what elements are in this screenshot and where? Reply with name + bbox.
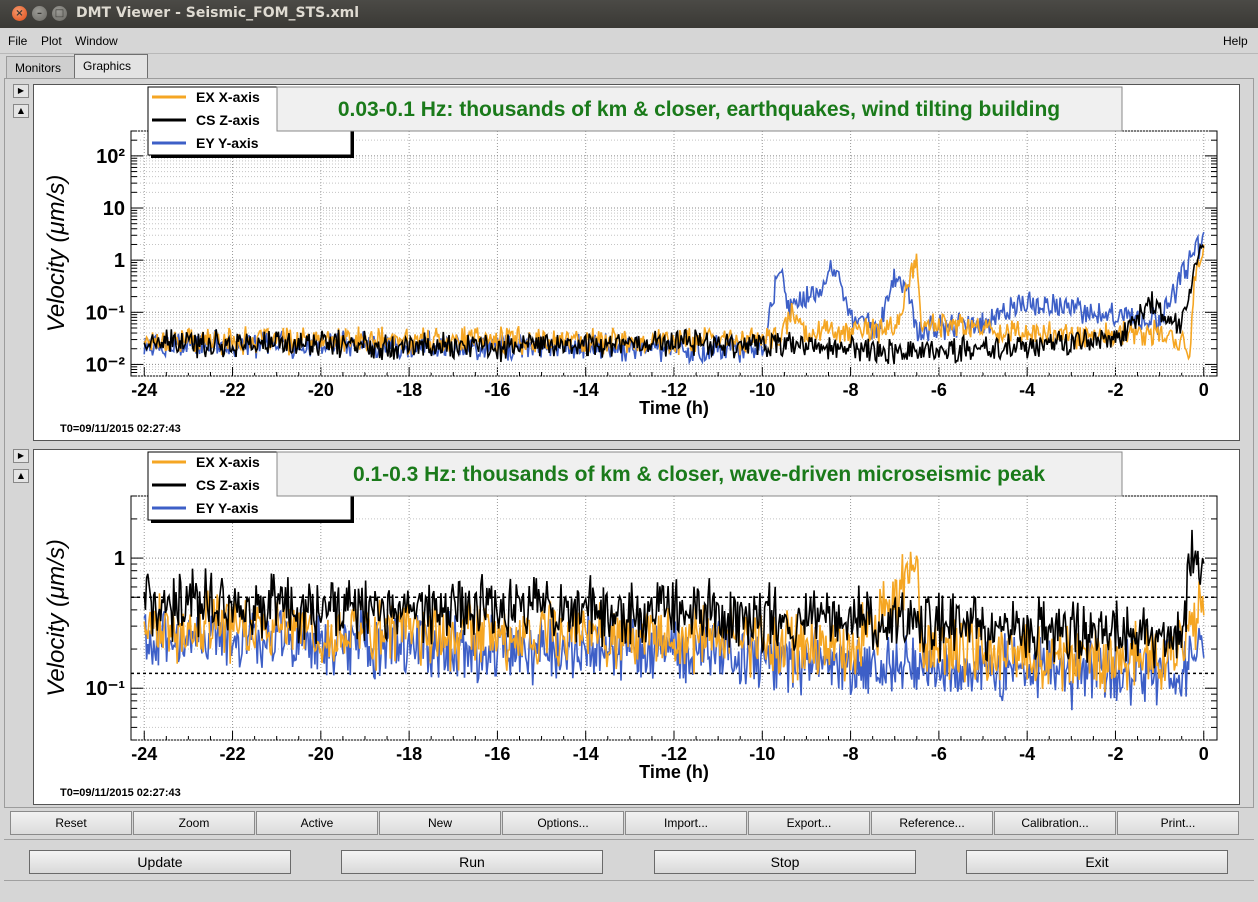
export-button[interactable]: Export... bbox=[748, 811, 870, 835]
print-button[interactable]: Print... bbox=[1117, 811, 1239, 835]
status-bar bbox=[4, 880, 1254, 898]
x-tick-label: -8 bbox=[843, 380, 859, 400]
legend-shadow-bottom bbox=[151, 155, 354, 158]
x-tick-label: 0 bbox=[1199, 744, 1209, 764]
pad2-collapse-icon[interactable]: ▲ bbox=[13, 469, 29, 483]
minimize-window-icon[interactable]: – bbox=[32, 6, 47, 21]
new-button[interactable]: New bbox=[379, 811, 501, 835]
menu-file[interactable]: File bbox=[8, 34, 27, 48]
exit-button[interactable]: Exit bbox=[966, 850, 1228, 874]
y-tick-label: 10⁻² bbox=[86, 354, 126, 376]
x-tick-label: -24 bbox=[131, 380, 157, 400]
x-tick-label: -18 bbox=[396, 380, 422, 400]
x-tick-label: -16 bbox=[484, 744, 510, 764]
tab-graphics[interactable]: Graphics bbox=[74, 54, 148, 78]
x-tick-label: -22 bbox=[220, 380, 246, 400]
x-tick-label: -10 bbox=[749, 744, 775, 764]
x-tick-label: -8 bbox=[843, 744, 859, 764]
chart-svg: -24 -22 -20 -18 -16 -14 -12 -10 -8 -6 -4 -2 010⁻²10⁻… bbox=[43, 86, 1218, 435]
x-tick-label: -4 bbox=[1019, 744, 1035, 764]
legend-entry: EX X-axis bbox=[196, 89, 260, 105]
x-tick-label: -12 bbox=[661, 744, 687, 764]
x-tick-label: -2 bbox=[1107, 380, 1123, 400]
plot-toolbar: Reset Zoom Active New Options... Import.… bbox=[10, 811, 1240, 835]
plot-pad-microseismic[interactable]: -24 -22 -20 -18 -16 -14 -12 -10 -8 -6 -4 -2 0 10⁻¹ 1 Ti… bbox=[33, 449, 1240, 805]
x-tick-label: -20 bbox=[308, 380, 334, 400]
x-tick-label: -22 bbox=[220, 744, 246, 764]
title-bar: × – □ DMT Viewer - Seismic_FOM_STS.xml bbox=[0, 0, 1258, 28]
maximize-window-icon[interactable]: □ bbox=[52, 6, 67, 21]
menu-plot[interactable]: Plot bbox=[41, 34, 62, 48]
legend-entry: EX X-axis bbox=[196, 454, 260, 470]
tab-monitors[interactable]: Monitors bbox=[6, 56, 76, 78]
chart-title-box: 0.1-0.3 Hz: thousands of km & closer, wa… bbox=[276, 451, 1123, 497]
legend-entry: EY Y-axis bbox=[196, 500, 259, 516]
separator bbox=[4, 839, 1254, 840]
x-tick-label: -6 bbox=[931, 744, 947, 764]
legend-shadow-bottom bbox=[151, 520, 354, 523]
menu-help[interactable]: Help bbox=[1223, 34, 1248, 48]
pad1-expand-icon[interactable]: ▶ bbox=[13, 84, 29, 98]
t0-label: T0=09/11/2015 02:27:43 bbox=[60, 787, 181, 799]
legend-entry: CS Z-axis bbox=[196, 477, 260, 493]
y-tick-label: 10⁻¹ bbox=[86, 302, 126, 324]
x-tick-label: -12 bbox=[661, 380, 687, 400]
chart-title: 0.03-0.1 Hz: thousands of km & closer, e… bbox=[338, 98, 1060, 121]
y-tick-label: 1 bbox=[114, 548, 125, 570]
y-tick-label: 1 bbox=[114, 250, 125, 272]
legend-entry: EY Y-axis bbox=[196, 135, 259, 151]
update-button[interactable]: Update bbox=[29, 850, 291, 874]
legend-entry: CS Z-axis bbox=[196, 112, 260, 128]
options-button[interactable]: Options... bbox=[502, 811, 624, 835]
plot-pad-low-band[interactable]: -24 -22 -20 -18 -16 -14 -12 -10 -8 -6 -4 -2 0 10⁻² 10⁻… bbox=[33, 84, 1240, 441]
stop-button[interactable]: Stop bbox=[654, 850, 916, 874]
window-title: DMT Viewer - Seismic_FOM_STS.xml bbox=[76, 5, 359, 21]
x-tick-label: -20 bbox=[308, 744, 334, 764]
x-tick-label: -14 bbox=[573, 744, 599, 764]
x-tick-label: -14 bbox=[573, 380, 599, 400]
run-button[interactable]: Run bbox=[341, 850, 603, 874]
x-axis-label: Time (h) bbox=[639, 398, 709, 418]
y-tick-label: 10 bbox=[103, 198, 125, 220]
zoom-button[interactable]: Zoom bbox=[133, 811, 255, 835]
y-tick-label: 10⁻¹ bbox=[86, 678, 126, 700]
x-tick-label: -6 bbox=[931, 380, 947, 400]
x-axis-label: Time (h) bbox=[639, 762, 709, 782]
x-tick-label: -10 bbox=[749, 380, 775, 400]
y-axis-label: Velocity (μm/s) bbox=[43, 539, 70, 697]
import-button[interactable]: Import... bbox=[625, 811, 747, 835]
x-tick-label: 0 bbox=[1199, 380, 1209, 400]
x-tick-label: -24 bbox=[131, 744, 157, 764]
active-button[interactable]: Active bbox=[256, 811, 378, 835]
chart-svg: -24 -22 -20 -18 -16 -14 -12 -10 -8 -6 -4 -2 010⁻¹1Ti… bbox=[43, 451, 1218, 799]
menu-bar: File Plot Window Help bbox=[0, 28, 1258, 54]
x-tick-label: -4 bbox=[1019, 380, 1035, 400]
menu-window[interactable]: Window bbox=[75, 34, 118, 48]
y-axis-label: Velocity (μm/s) bbox=[43, 175, 70, 333]
x-tick-label: -2 bbox=[1107, 744, 1123, 764]
reset-button[interactable]: Reset bbox=[10, 811, 132, 835]
t0-label: T0=09/11/2015 02:27:43 bbox=[60, 423, 181, 435]
pad2-expand-icon[interactable]: ▶ bbox=[13, 449, 29, 463]
pad1-collapse-icon[interactable]: ▲ bbox=[13, 104, 29, 118]
chart-title: 0.1-0.3 Hz: thousands of km & closer, wa… bbox=[353, 463, 1045, 486]
close-window-icon[interactable]: × bbox=[12, 6, 27, 21]
reference-button[interactable]: Reference... bbox=[871, 811, 993, 835]
x-tick-label: -18 bbox=[396, 744, 422, 764]
x-tick-label: -16 bbox=[484, 380, 510, 400]
y-tick-label: 10² bbox=[96, 146, 125, 168]
calibration-button[interactable]: Calibration... bbox=[994, 811, 1116, 835]
chart-title-box: 0.03-0.1 Hz: thousands of km & closer, e… bbox=[276, 86, 1123, 132]
